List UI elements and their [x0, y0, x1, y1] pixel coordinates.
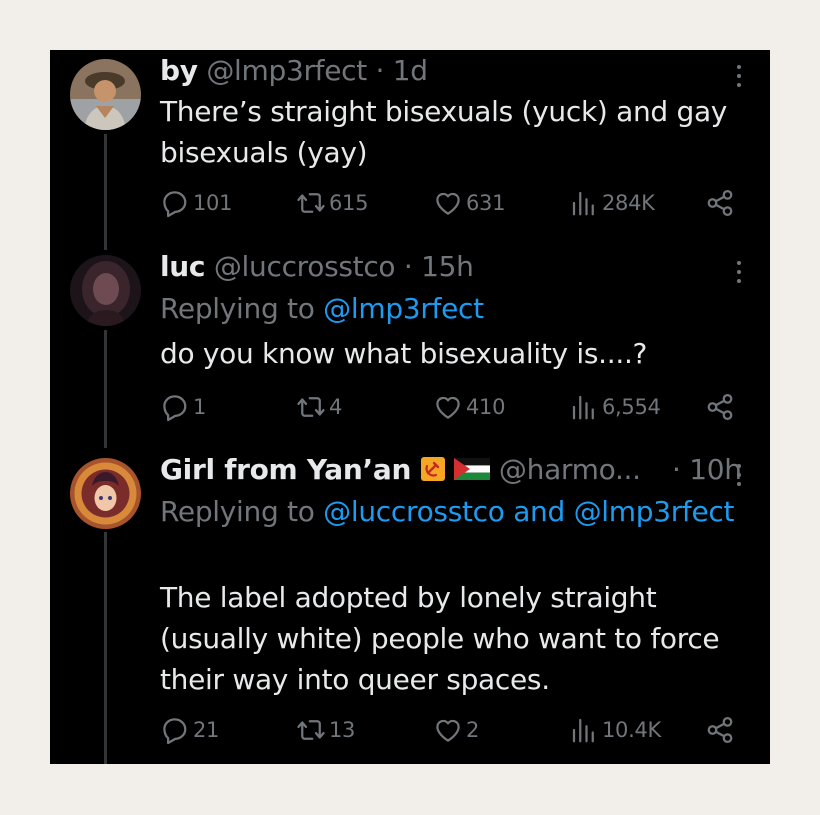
views-button[interactable]: 284K — [569, 188, 655, 218]
like-icon — [433, 715, 463, 745]
reply-icon — [160, 392, 190, 422]
like-count: 2 — [466, 718, 480, 742]
reply-count: 21 — [193, 718, 220, 742]
reply-button[interactable]: 101 — [160, 188, 232, 218]
timestamp[interactable]: 10h — [689, 453, 742, 486]
replying-to: Replying to @lmp3rfect — [160, 288, 750, 329]
avatar[interactable] — [70, 458, 141, 529]
action-bar: 21 13 2 10.4K — [160, 715, 750, 745]
repost-count: 4 — [329, 395, 343, 419]
reply-icon — [160, 188, 190, 218]
like-count: 631 — [466, 191, 506, 215]
replying-prefix: Replying to — [160, 495, 315, 528]
share-button[interactable] — [705, 188, 735, 218]
views-count: 284K — [602, 191, 655, 215]
share-icon — [705, 715, 735, 745]
views-icon — [569, 392, 599, 422]
views-button[interactable]: 6,554 — [569, 392, 661, 422]
tweet-text: do you know what bisexuality is....? — [160, 337, 648, 370]
repost-button[interactable]: 615 — [296, 188, 368, 218]
reply-icon — [160, 715, 190, 745]
mention-link[interactable]: @luccrosstco and @lmp3rfect — [323, 495, 734, 528]
views-icon — [569, 188, 599, 218]
reply-count: 1 — [193, 395, 207, 419]
repost-icon — [296, 188, 326, 218]
separator: · — [375, 54, 385, 87]
repost-icon — [296, 715, 326, 745]
like-button[interactable]: 410 — [433, 392, 505, 422]
reply-button[interactable]: 1 — [160, 392, 206, 422]
replying-prefix: Replying to — [160, 292, 315, 325]
avatar[interactable] — [70, 59, 141, 130]
mention-link[interactable]: @lmp3rfect — [323, 292, 484, 325]
tweet-header: by @lmp3rfect · 1d — [160, 54, 428, 87]
repost-count: 13 — [329, 718, 356, 742]
handle[interactable]: @lmp3rfect — [206, 54, 367, 87]
like-button[interactable]: 2 — [433, 715, 479, 745]
timestamp[interactable]: 1d — [393, 54, 428, 87]
share-icon — [705, 188, 735, 218]
display-name[interactable]: Girl from Yan’an — [160, 453, 411, 486]
more-icon[interactable] — [736, 464, 742, 491]
tweet-header: Girl from Yan’an @harmo... · 10h — [160, 453, 742, 486]
more-icon[interactable] — [736, 65, 742, 92]
reply-count: 101 — [193, 191, 233, 215]
conversation-thread: by @lmp3rfect · 1d There’s straight bise… — [50, 50, 770, 764]
reply-button[interactable]: 21 — [160, 715, 219, 745]
action-bar: 1 4 410 6,554 — [160, 392, 750, 422]
more-icon[interactable] — [736, 261, 742, 288]
share-button[interactable] — [705, 392, 735, 422]
repost-count: 615 — [329, 191, 369, 215]
separator: · — [403, 250, 413, 283]
share-icon — [705, 392, 735, 422]
views-count: 10.4K — [602, 718, 662, 742]
avatar[interactable] — [70, 255, 141, 326]
share-button[interactable] — [705, 715, 735, 745]
views-icon — [569, 715, 599, 745]
tweet-text: The label adopted by lonely straight (us… — [160, 581, 720, 696]
tweet-header: luc @luccrosstco · 15h — [160, 250, 474, 283]
handle[interactable]: @harmo... — [499, 453, 641, 486]
views-button[interactable]: 10.4K — [569, 715, 661, 745]
separator: · — [671, 453, 681, 486]
views-count: 6,554 — [602, 395, 661, 419]
like-button[interactable]: 631 — [433, 188, 505, 218]
display-name[interactable]: by — [160, 54, 198, 87]
like-count: 410 — [466, 395, 506, 419]
like-icon — [433, 188, 463, 218]
action-bar: 101 615 631 284K — [160, 188, 750, 218]
thread-line — [104, 330, 107, 448]
repost-button[interactable]: 13 — [296, 715, 355, 745]
thread-line — [104, 532, 107, 764]
hammer-sickle-emoji — [420, 457, 445, 481]
tweet-text: There’s straight bisexuals (yuck) and ga… — [160, 95, 728, 169]
handle[interactable]: @luccrosstco — [214, 250, 396, 283]
repost-button[interactable]: 4 — [296, 392, 342, 422]
repost-icon — [296, 392, 326, 422]
palestine-flag-emoji — [454, 458, 491, 480]
replying-to: Replying to @luccrosstco and @lmp3rfect — [160, 491, 750, 532]
display-name[interactable]: luc — [160, 250, 206, 283]
thread-line — [104, 134, 107, 250]
like-icon — [433, 392, 463, 422]
timestamp[interactable]: 15h — [421, 250, 474, 283]
